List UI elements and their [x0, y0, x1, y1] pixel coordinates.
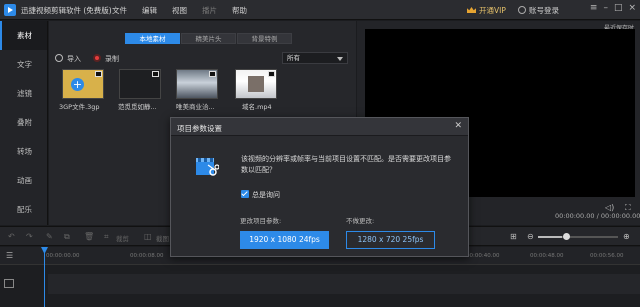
- minimize-icon[interactable]: –: [603, 3, 608, 13]
- media-caption: 域名.mp4: [242, 103, 272, 111]
- media-thumb-3[interactable]: [176, 69, 218, 99]
- copy-icon[interactable]: ⧉: [64, 232, 70, 242]
- keep-option-label: 不做更改:: [346, 217, 375, 225]
- media-tabs: 本地素材 精美片头 背景特例: [125, 33, 293, 44]
- add-icon[interactable]: +: [71, 78, 84, 91]
- user-icon: [518, 6, 526, 14]
- record-button[interactable]: 录制: [93, 54, 119, 64]
- media-thumb-3gp[interactable]: +: [62, 69, 104, 99]
- thumb-image: [248, 76, 264, 92]
- video-badge-icon: [209, 71, 216, 77]
- app-logo-icon: [4, 4, 16, 16]
- crop-label: 裁剪: [116, 235, 129, 243]
- delete-icon[interactable]: 🗑: [84, 232, 94, 241]
- ruler-tick: 00:00:56.00: [590, 253, 624, 259]
- ruler-tick: 00:00:40.00: [466, 253, 500, 259]
- video-badge-icon: [152, 71, 159, 77]
- sidebar-item-media[interactable]: 素材: [0, 21, 47, 50]
- app-title: 迅捷视频剪辑软件 (免费版): [21, 6, 112, 15]
- vip-label: 开通VIP: [479, 6, 506, 15]
- checkbox-checked-icon[interactable]: [241, 190, 249, 198]
- keep-params-button[interactable]: 1280 x 720 25fps: [346, 231, 435, 249]
- zoom-slider[interactable]: [538, 236, 618, 238]
- zoom-fill: [538, 236, 562, 238]
- title-bar: 迅捷视频剪辑软件 (免费版) 文件 编辑 视图 播片 帮助 开通VIP 账号登录…: [0, 0, 640, 20]
- media-thumb-2[interactable]: [119, 69, 161, 99]
- ruler-tick: 00:00:00.00: [46, 253, 80, 259]
- dialog-message: 该视频的分辨率或帧率与当前项目设置不匹配。是否需要更改项目参数以匹配？: [241, 155, 451, 174]
- change-params-button[interactable]: 1920 x 1080 24fps: [240, 231, 329, 249]
- crop-icon[interactable]: ⌗: [104, 232, 109, 242]
- record-label: 录制: [105, 55, 119, 63]
- import-label: 导入: [67, 55, 81, 63]
- preview-timecode: 00:00:00.00 / 00:00:00.00: [555, 212, 640, 220]
- category-sidebar: 素材 文字 滤镜 叠附 转场 动画 配乐: [0, 21, 48, 225]
- media-caption: 唯美商业洽...: [176, 103, 215, 111]
- clapperboard-scissors-icon: [196, 158, 219, 176]
- record-icon: [93, 54, 101, 62]
- playhead[interactable]: [44, 249, 45, 307]
- video-track-icon: [4, 279, 14, 288]
- track-settings-icon[interactable]: ☰: [6, 251, 13, 260]
- fit-icon[interactable]: ⊞: [510, 232, 517, 241]
- media-filter-select[interactable]: 所有: [282, 52, 348, 64]
- zoom-in-icon[interactable]: ⊕: [623, 232, 630, 241]
- menu-help[interactable]: 帮助: [232, 5, 262, 16]
- dialog-title: 项目参数设置: [177, 124, 222, 133]
- change-option-label: 更改项目参数:: [240, 217, 282, 225]
- sidebar-item-overlay[interactable]: 叠附: [0, 108, 47, 137]
- always-ask-checkbox[interactable]: 总是询问: [241, 190, 280, 200]
- sidebar-item-music[interactable]: 配乐: [0, 195, 47, 224]
- menu-play[interactable]: 播片: [202, 5, 232, 16]
- crown-icon: [467, 7, 476, 13]
- snapshot-icon[interactable]: ◫: [144, 232, 152, 241]
- tab-intros[interactable]: 精美片头: [181, 33, 236, 44]
- zoom-handle[interactable]: [563, 233, 570, 240]
- checkbox-label: 总是询问: [252, 191, 280, 199]
- login-label: 账号登录: [529, 6, 559, 15]
- sidebar-item-filter[interactable]: 滤镜: [0, 79, 47, 108]
- media-thumb-4[interactable]: [235, 69, 277, 99]
- sidebar-item-animation[interactable]: 动画: [0, 166, 47, 195]
- close-icon[interactable]: ×: [628, 3, 636, 13]
- menu-icon[interactable]: ≡: [590, 3, 598, 13]
- tab-backgrounds[interactable]: 背景特例: [237, 33, 292, 44]
- video-badge-icon: [95, 71, 102, 77]
- vip-button[interactable]: 开通VIP: [467, 5, 506, 16]
- dialog-close-icon[interactable]: ✕: [454, 121, 462, 131]
- menu-file[interactable]: 文件: [112, 5, 142, 16]
- sidebar-item-transition[interactable]: 转场: [0, 137, 47, 166]
- snapshot-label: 截图: [156, 235, 169, 243]
- maximize-icon[interactable]: □: [614, 3, 623, 13]
- ruler-tick: 00:00:08.00: [130, 253, 164, 259]
- menu-bar: 文件 编辑 视图 播片 帮助: [112, 5, 262, 16]
- media-actions: 导入 录制: [55, 54, 119, 64]
- login-button[interactable]: 账号登录: [518, 5, 559, 16]
- ruler-tick: 00:00:48.00: [530, 253, 564, 259]
- menu-view[interactable]: 视图: [172, 5, 202, 16]
- tab-local-media[interactable]: 本地素材: [125, 33, 180, 44]
- media-caption: 范觅觅如静...: [118, 103, 157, 111]
- video-track[interactable]: [48, 274, 640, 294]
- zoom-out-icon[interactable]: ⊖: [527, 232, 534, 241]
- media-caption: 3GP文件.3gp: [59, 103, 100, 111]
- project-settings-dialog: 项目参数设置 ✕ 该视频的分辨率或帧率与当前项目设置不匹配。是否需要更改项目参数…: [170, 117, 469, 257]
- redo-icon[interactable]: ↷: [26, 232, 33, 241]
- menu-edit[interactable]: 编辑: [142, 5, 172, 16]
- window-controls: ≡ – □ ×: [590, 3, 636, 13]
- dialog-header: 项目参数设置 ✕: [171, 118, 468, 136]
- import-icon: [55, 54, 63, 62]
- video-badge-icon: [268, 71, 275, 77]
- import-button[interactable]: 导入: [55, 54, 81, 64]
- undo-icon[interactable]: ↶: [8, 232, 15, 241]
- volume-icon[interactable]: ◁): [605, 203, 614, 212]
- edit-icon[interactable]: ✎: [46, 232, 53, 241]
- sidebar-item-text[interactable]: 文字: [0, 50, 47, 79]
